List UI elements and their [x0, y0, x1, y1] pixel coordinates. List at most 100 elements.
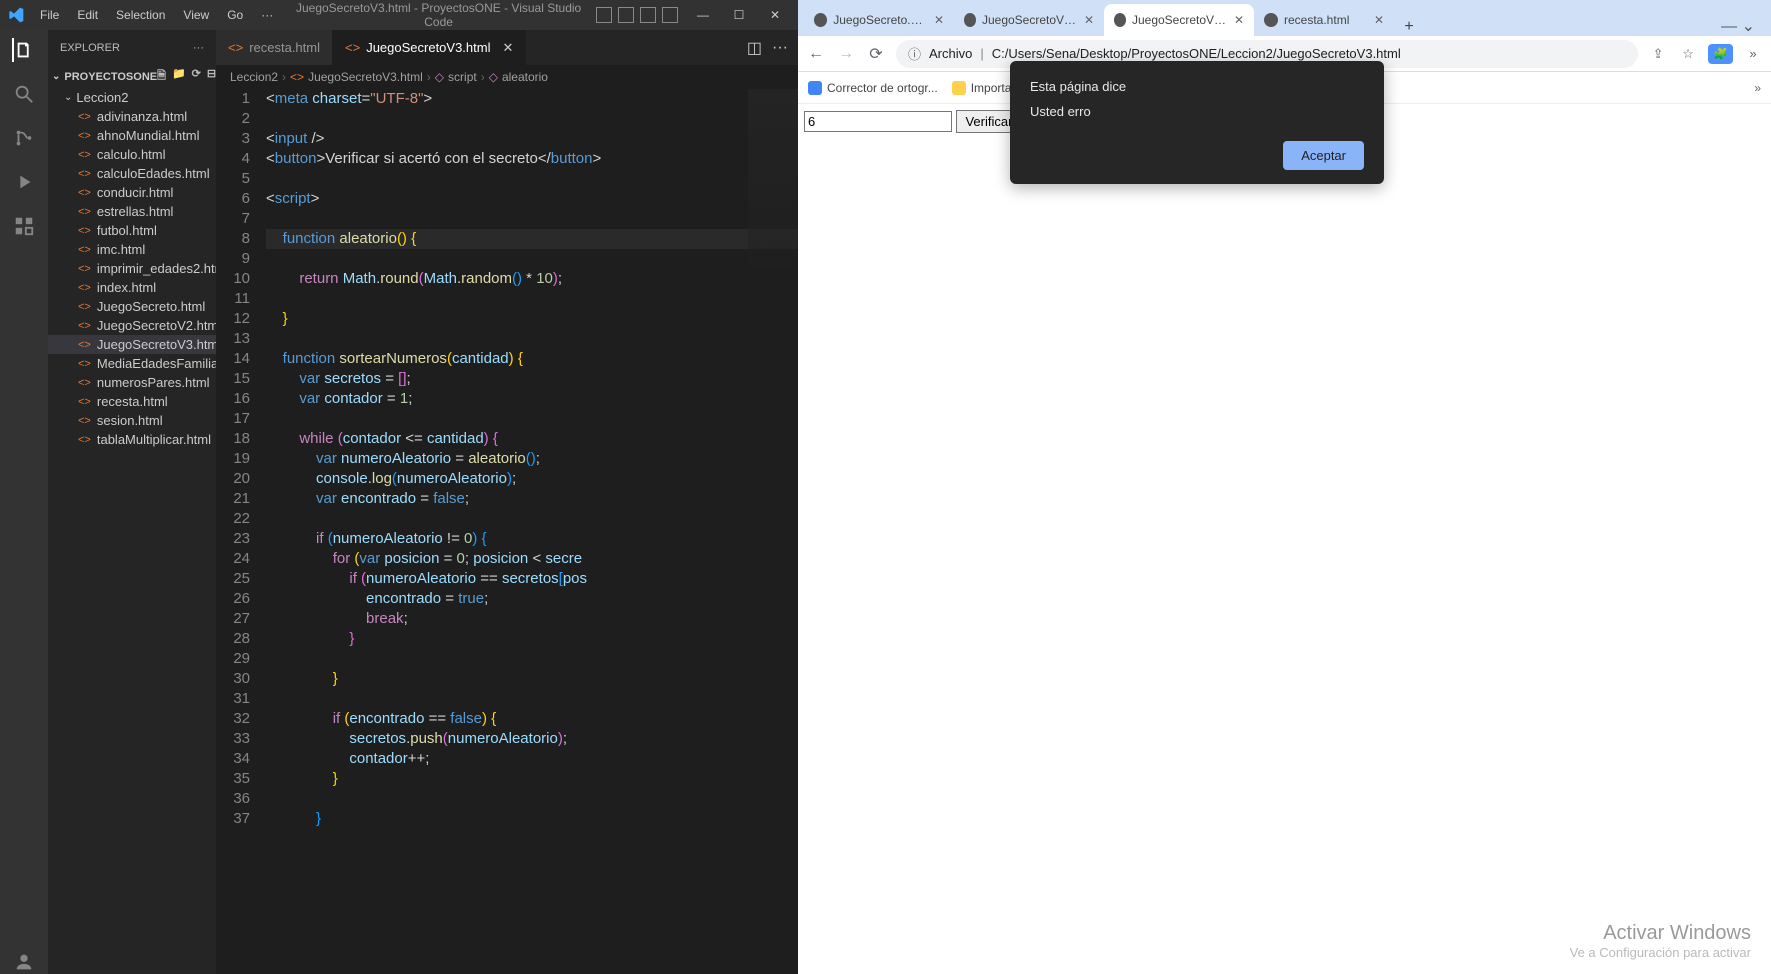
file-ahnoMundial-html[interactable]: <>ahnoMundial.html [48, 126, 216, 145]
menu-go[interactable]: Go [219, 4, 251, 26]
file-label: adivinanza.html [97, 109, 187, 124]
file-estrellas-html[interactable]: <>estrellas.html [48, 202, 216, 221]
file-label: futbol.html [97, 223, 157, 238]
debug-icon[interactable] [12, 170, 36, 194]
file-label: estrellas.html [97, 204, 174, 219]
browser-tab[interactable]: JuegoSecretoV2.htm✕ [954, 4, 1104, 36]
extensions-icon[interactable] [12, 214, 36, 238]
account-icon[interactable] [12, 950, 36, 974]
menu-edit[interactable]: Edit [69, 4, 106, 26]
search-icon[interactable] [12, 82, 36, 106]
menu-···[interactable]: ··· [253, 4, 281, 26]
layout-icon[interactable] [640, 7, 656, 23]
html-file-icon: <> [78, 168, 91, 180]
layout-icon[interactable] [596, 7, 612, 23]
file-numerosPares-html[interactable]: <>numerosPares.html [48, 373, 216, 392]
file-JuegoSecreto-html[interactable]: <>JuegoSecreto.html [48, 297, 216, 316]
close-icon[interactable]: ✕ [1234, 13, 1244, 27]
editor-tab[interactable]: <>JuegoSecretoV3.html✕ [333, 30, 526, 65]
tab-favicon [964, 13, 976, 27]
file-conducir-html[interactable]: <>conducir.html [48, 183, 216, 202]
guess-input[interactable] [804, 111, 952, 132]
bookmarks-overflow-icon[interactable]: » [1754, 81, 1761, 95]
close-icon[interactable]: ✕ [1084, 13, 1094, 27]
html-file-icon: <> [78, 187, 91, 199]
file-calculo-html[interactable]: <>calculo.html [48, 145, 216, 164]
file-index-html[interactable]: <>index.html [48, 278, 216, 297]
editor-tab[interactable]: <>recesta.html [216, 30, 333, 65]
extensions-icon[interactable]: 🧩 [1708, 44, 1733, 64]
file-imprimir_edades2-html[interactable]: <>imprimir_edades2.html [48, 259, 216, 278]
source-control-icon[interactable] [12, 126, 36, 150]
file-JuegoSecretoV3-html[interactable]: <>JuegoSecretoV3.html [48, 335, 216, 354]
browser-tab[interactable]: recesta.html✕ [1254, 4, 1394, 36]
breadcrumb-part[interactable]: script [448, 70, 477, 84]
menu-view[interactable]: View [175, 4, 217, 26]
dialog-ok-button[interactable]: Aceptar [1283, 141, 1364, 170]
new-file-icon[interactable]: 🗎 [157, 67, 166, 86]
project-root[interactable]: ⌄ PROYECTOSONE 🗎 📁 ⟳ ⊟ [48, 65, 216, 88]
browser-more-icon[interactable]: » [1743, 46, 1763, 61]
dialog-message: Usted erro [1030, 104, 1364, 119]
breadcrumb-part[interactable]: aleatorio [502, 70, 548, 84]
back-button[interactable]: ← [806, 45, 826, 63]
code-content[interactable]: <meta charset="UTF-8"><input /><button>V… [266, 89, 798, 974]
html-file-icon: <> [78, 282, 91, 294]
close-button[interactable]: ✕ [760, 8, 790, 22]
close-icon[interactable]: ✕ [1374, 13, 1384, 27]
file-JuegoSecretoV2-html[interactable]: <>JuegoSecretoV2.html [48, 316, 216, 335]
line-gutter: 1234567891011121314151617181920212223242… [216, 89, 266, 974]
split-editor-icon[interactable]: ◫ [747, 38, 762, 58]
maximize-button[interactable]: ☐ [724, 8, 754, 22]
minimize-button[interactable]: — [688, 8, 718, 22]
address-scheme: Archivo [929, 46, 972, 61]
file-futbol-html[interactable]: <>futbol.html [48, 221, 216, 240]
file-label: numerosPares.html [97, 375, 210, 390]
js-alert-dialog: Esta página dice Usted erro Aceptar [1010, 61, 1384, 184]
menu-file[interactable]: File [32, 4, 67, 26]
breadcrumb-part[interactable]: JuegoSecretoV3.html [308, 70, 423, 84]
explorer-icon[interactable] [12, 38, 36, 62]
collapse-icon[interactable]: ⊟ [207, 67, 216, 86]
file-label: imprimir_edades2.html [97, 261, 229, 276]
share-icon[interactable]: ⇪ [1648, 46, 1668, 62]
layout-icon[interactable] [618, 7, 634, 23]
folder-leccion2[interactable]: ⌄ Leccion2 [48, 88, 216, 107]
symbol-icon: ◇ [435, 70, 444, 84]
menu-selection[interactable]: Selection [108, 4, 173, 26]
close-icon[interactable]: ✕ [502, 40, 513, 56]
file-MediaEdadesFamilia-html[interactable]: <>MediaEdadesFamilia.html [48, 354, 216, 373]
window-title: JuegoSecretoV3.html - ProyectosONE - Vis… [281, 1, 596, 29]
file-adivinanza-html[interactable]: <>adivinanza.html [48, 107, 216, 126]
browser-tab[interactable]: JuegoSecreto.html✕ [804, 4, 954, 36]
star-icon[interactable]: ☆ [1678, 46, 1698, 62]
breadcrumb[interactable]: Leccion2 › <> JuegoSecretoV3.html › ◇ sc… [216, 65, 798, 89]
editor-more-icon[interactable]: ··· [772, 39, 788, 57]
tab-label: recesta.html [249, 40, 320, 55]
bookmark-item[interactable]: Corrector de ortogr... [808, 81, 938, 95]
forward-button[interactable]: → [836, 45, 856, 63]
site-info-icon[interactable]: ⓘ [908, 44, 921, 63]
new-folder-icon[interactable]: 📁 [172, 67, 186, 86]
minimap[interactable] [748, 89, 798, 289]
file-imc-html[interactable]: <>imc.html [48, 240, 216, 259]
layout-icon[interactable] [662, 7, 678, 23]
editor-area: <>recesta.html<>JuegoSecretoV3.html✕ ◫ ·… [216, 30, 798, 974]
breadcrumb-part[interactable]: Leccion2 [230, 70, 278, 84]
explorer-header: EXPLORER ··· [48, 30, 216, 65]
browser-tab[interactable]: JuegoSecretoV3.htm ✕ [1104, 4, 1254, 36]
file-tablaMultiplicar-html[interactable]: <>tablaMultiplicar.html [48, 430, 216, 449]
new-tab-button[interactable]: + [1394, 18, 1424, 36]
chevron-right-icon: › [427, 70, 431, 84]
code-editor[interactable]: 1234567891011121314151617181920212223242… [216, 89, 798, 974]
reload-button[interactable]: ⟳ [866, 44, 886, 64]
explorer-more-icon[interactable]: ··· [193, 42, 204, 54]
refresh-icon[interactable]: ⟳ [192, 67, 201, 86]
file-calculoEdades-html[interactable]: <>calculoEdades.html [48, 164, 216, 183]
file-recesta-html[interactable]: <>recesta.html [48, 392, 216, 411]
file-sesion-html[interactable]: <>sesion.html [48, 411, 216, 430]
layout-controls[interactable] [596, 7, 678, 23]
html-file-icon: <> [78, 415, 91, 427]
tab-label: JuegoSecretoV3.htm [1132, 13, 1228, 27]
close-icon[interactable]: ✕ [934, 13, 944, 27]
